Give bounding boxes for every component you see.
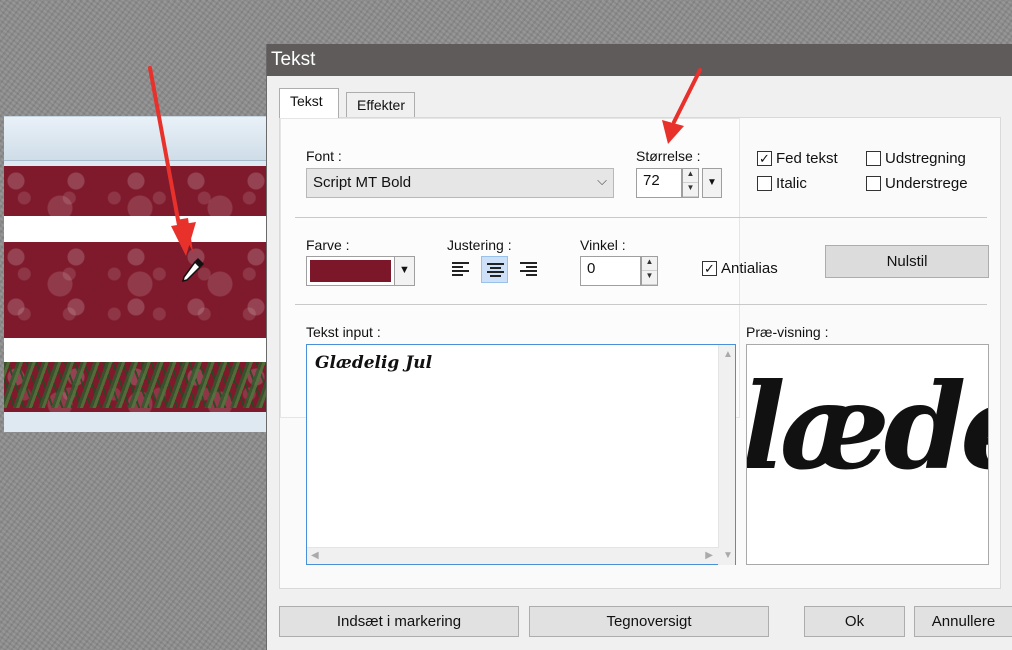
size-value: 72	[643, 172, 660, 189]
align-right-button[interactable]	[515, 256, 542, 283]
image-window-titlebar	[4, 117, 266, 161]
checkbox-box	[757, 176, 772, 191]
dialog-title: Tekst	[271, 49, 316, 70]
chevron-down-icon: ⌵	[597, 173, 607, 188]
align-right-icon	[520, 262, 537, 276]
align-left-icon	[452, 262, 469, 276]
preview-sample-text: lædel	[746, 357, 988, 496]
align-center-button[interactable]	[481, 256, 508, 283]
cancel-button[interactable]: Annullere	[914, 606, 1012, 637]
banner-band-top	[4, 166, 266, 216]
text-dialog: Tekst Tekst Effekter Font : Script MT Bo…	[266, 44, 1012, 650]
size-field[interactable]: 72	[636, 168, 682, 198]
size-label: Størrelse :	[636, 148, 701, 164]
size-dropdown-button[interactable]: ▼	[702, 168, 722, 198]
divider	[295, 217, 987, 218]
pine-garland	[4, 362, 266, 408]
italic-checkbox[interactable]: Italic	[757, 175, 807, 192]
text-input-area[interactable]: Glædelig Jul ▲ ▼ ◀ ▶	[306, 344, 736, 565]
color-swatch	[310, 260, 391, 282]
angle-label: Vinkel :	[580, 237, 626, 253]
preview-pane: lædel	[746, 344, 989, 565]
spin-up-icon[interactable]: ▲	[642, 257, 657, 271]
eyedropper-cursor-icon	[181, 258, 204, 283]
bold-checkbox[interactable]: ✓ Fed tekst	[757, 150, 838, 167]
antialias-label: Antialias	[721, 260, 778, 277]
checkbox-box	[866, 176, 881, 191]
spin-down-icon[interactable]: ▼	[683, 183, 698, 197]
scroll-down-icon[interactable]: ▼	[723, 550, 733, 561]
text-input-value: Glædelig Jul	[315, 353, 433, 373]
character-map-button[interactable]: Tegnoversigt	[529, 606, 769, 637]
antialias-checkbox[interactable]: ✓ Antialias	[702, 260, 778, 277]
angle-field[interactable]: 0	[580, 256, 641, 286]
alignment-label: Justering :	[447, 237, 512, 253]
spin-up-icon[interactable]: ▲	[683, 169, 698, 183]
font-select[interactable]: Script MT Bold ⌵	[306, 168, 614, 198]
tab-effekter[interactable]: Effekter	[346, 92, 415, 118]
spin-down-icon[interactable]: ▼	[642, 271, 657, 285]
scroll-left-icon[interactable]: ◀	[311, 550, 319, 561]
italic-label: Italic	[776, 175, 807, 192]
reset-button[interactable]: Nulstil	[825, 245, 989, 278]
size-spinner[interactable]: ▲ ▼	[682, 168, 699, 198]
dialog-titlebar[interactable]: Tekst	[267, 44, 1012, 76]
strikethrough-checkbox[interactable]: Udstregning	[866, 150, 966, 167]
underline-checkbox[interactable]: Understrege	[866, 175, 968, 192]
strikethrough-label: Udstregning	[885, 150, 966, 167]
checkbox-box	[866, 151, 881, 166]
bold-label: Fed tekst	[776, 150, 838, 167]
color-picker[interactable]: ▼	[306, 256, 415, 286]
color-label: Farve :	[306, 237, 350, 253]
banner-band-middle	[4, 242, 266, 338]
horizontal-scrollbar[interactable]: ◀ ▶	[307, 547, 719, 564]
scroll-up-icon[interactable]: ▲	[723, 349, 733, 360]
close-icon[interactable]	[993, 44, 1012, 76]
scroll-right-icon[interactable]: ▶	[705, 550, 713, 561]
angle-value: 0	[587, 260, 596, 277]
align-left-button[interactable]	[447, 256, 474, 283]
text-input-label: Tekst input :	[306, 324, 381, 340]
divider	[295, 304, 987, 305]
vertical-scrollbar[interactable]: ▲ ▼	[718, 345, 735, 565]
ok-button[interactable]: Ok	[804, 606, 905, 637]
font-select-value: Script MT Bold	[313, 174, 412, 191]
christmas-banner-image[interactable]	[4, 166, 266, 412]
tab-tekst[interactable]: Tekst	[279, 88, 339, 118]
angle-spinner[interactable]: ▲ ▼	[641, 256, 658, 286]
dropdown-arrow-icon: ▼	[707, 177, 717, 188]
insert-in-selection-button[interactable]: Indsæt i markering	[279, 606, 519, 637]
underline-label: Understrege	[885, 175, 968, 192]
checkbox-box: ✓	[757, 151, 772, 166]
font-label: Font :	[306, 148, 342, 164]
align-center-icon	[487, 263, 504, 277]
preview-label: Præ-visning :	[746, 324, 829, 340]
dropdown-arrow-icon[interactable]: ▼	[394, 257, 414, 285]
checkbox-box: ✓	[702, 261, 717, 276]
